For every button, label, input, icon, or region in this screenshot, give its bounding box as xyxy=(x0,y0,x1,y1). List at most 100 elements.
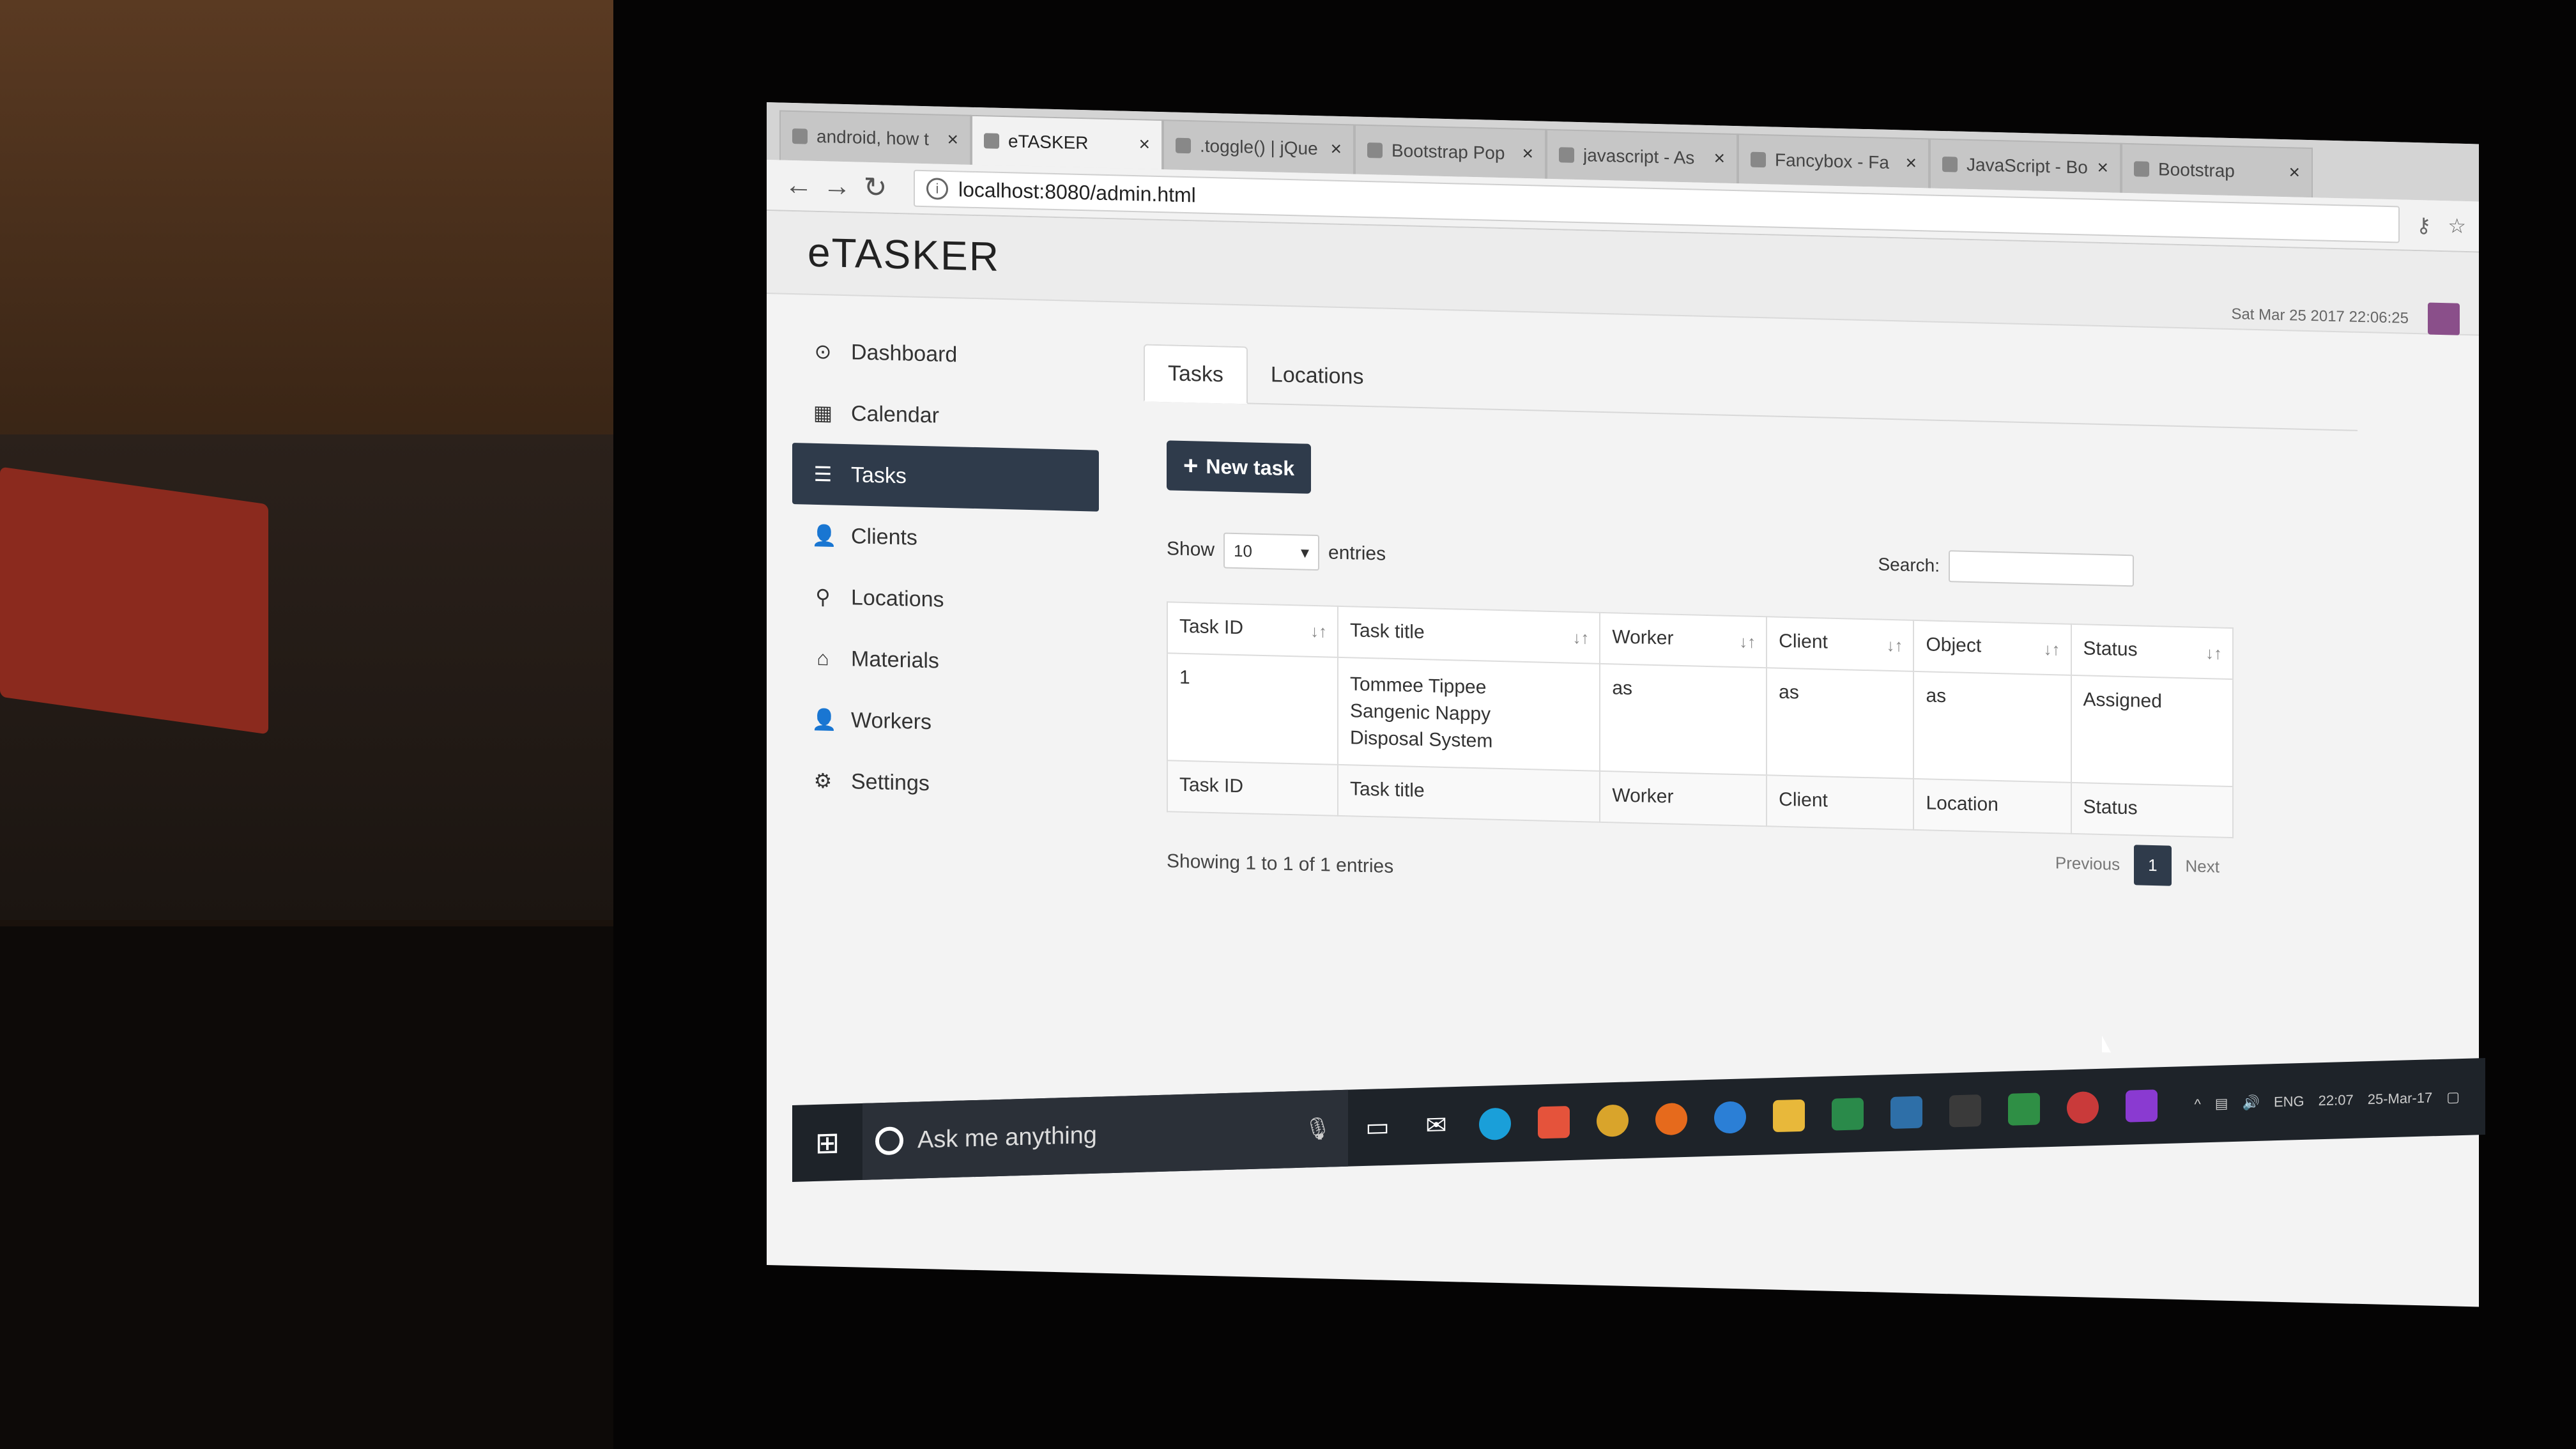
ide-icon[interactable] xyxy=(2112,1067,2171,1146)
tab-label: javascript - As xyxy=(1583,145,1695,168)
forward-icon[interactable]: → xyxy=(818,170,856,203)
close-icon[interactable]: × xyxy=(2097,157,2108,179)
sidebar-item-settings[interactable]: ⚙ Settings xyxy=(792,749,1099,818)
previous-page-button[interactable]: Previous xyxy=(2041,843,2134,885)
volume-icon[interactable]: 🔊 xyxy=(2242,1094,2260,1112)
sidebar-item-calendar[interactable]: ▦ Calendar xyxy=(792,381,1099,450)
spreadsheet-icon[interactable] xyxy=(1995,1070,2053,1149)
browser-tab[interactable]: .toggle() | jQue × xyxy=(1163,119,1354,174)
microphone-icon[interactable]: 🎙 xyxy=(1304,1116,1331,1142)
close-icon[interactable]: × xyxy=(2288,162,2300,183)
sidebar: ⊙ Dashboard ▦ Calendar ☰ Tasks 👤 Clients ⚲ Lo… xyxy=(792,320,1099,818)
user-icon: 👤 xyxy=(811,707,837,732)
header-label: Client xyxy=(1779,630,1828,653)
clock-date[interactable]: 25-Mar-17 xyxy=(2368,1089,2432,1108)
page-1-button[interactable]: 1 xyxy=(2134,845,2172,886)
cell-task-id: 1 xyxy=(1167,653,1338,765)
terminal-icon[interactable] xyxy=(1936,1071,1995,1150)
user-icon: 👤 xyxy=(811,523,837,548)
user-menu-button[interactable] xyxy=(2428,302,2460,335)
sidebar-item-locations[interactable]: ⚲ Locations xyxy=(792,565,1099,634)
tab-label: JavaScript - Bo xyxy=(1966,154,2088,178)
reload-icon[interactable]: ↻ xyxy=(856,171,894,204)
media-app-icon[interactable] xyxy=(1524,1083,1583,1162)
entries-control: Show 10 ▾ entries xyxy=(1167,531,1386,572)
chevron-up-icon[interactable]: ^ xyxy=(2194,1096,2200,1112)
blue-app-icon[interactable] xyxy=(1877,1073,1936,1152)
tasks-table: Task ID ↓↑ Task title ↓↑ Worker ↓↑ Client ↓↑… xyxy=(1167,601,2234,839)
close-icon[interactable]: × xyxy=(1905,153,1917,174)
key-icon[interactable]: ⚷ xyxy=(2416,213,2431,238)
close-icon[interactable]: × xyxy=(1330,139,1342,160)
sidebar-item-label: Dashboard xyxy=(851,339,958,367)
chrome-icon[interactable] xyxy=(1583,1082,1642,1160)
browser-tab-active[interactable]: eTASKER × xyxy=(971,114,1163,170)
mail-icon[interactable]: ✉ xyxy=(1407,1087,1466,1165)
firefox-icon[interactable] xyxy=(1642,1080,1701,1158)
sidebar-item-workers[interactable]: 👤 Workers xyxy=(792,688,1099,757)
tab-locations[interactable]: Locations xyxy=(1248,345,1387,406)
footer-status: Status xyxy=(2071,782,2233,838)
edge-icon[interactable] xyxy=(1701,1078,1759,1157)
file-explorer-icon[interactable] xyxy=(1759,1077,1818,1155)
column-header-status[interactable]: Status ↓↑ xyxy=(2071,624,2233,680)
mouse-cursor xyxy=(2102,1036,2111,1053)
star-icon[interactable]: ☆ xyxy=(2448,213,2466,238)
table-info: Showing 1 to 1 of 1 entries xyxy=(1167,850,1394,877)
browser-tab[interactable]: JavaScript - Bo × xyxy=(1929,138,2121,193)
search-label: Search: xyxy=(1878,554,1940,576)
clock-time[interactable]: 22:07 xyxy=(2319,1092,2354,1110)
close-icon[interactable]: × xyxy=(1138,134,1150,155)
search-input[interactable] xyxy=(1949,550,2134,587)
red-book xyxy=(0,466,268,735)
close-icon[interactable]: × xyxy=(947,129,958,151)
room-background xyxy=(0,0,639,926)
current-datetime: Sat Mar 25 2017 22:06:25 xyxy=(2231,305,2409,327)
sidebar-item-dashboard[interactable]: ⊙ Dashboard xyxy=(792,320,1099,389)
sort-icon: ↓↑ xyxy=(2043,639,2060,659)
map-marker-icon: ⚲ xyxy=(815,585,831,609)
network-icon[interactable]: ▤ xyxy=(2215,1095,2228,1112)
show-label: Show xyxy=(1167,538,1215,561)
gear-icon: ⚙ xyxy=(813,769,832,793)
column-header-task-id[interactable]: Task ID ↓↑ xyxy=(1167,602,1338,657)
tab-favicon-icon xyxy=(984,133,999,149)
notifications-icon[interactable]: ▢ xyxy=(2446,1089,2460,1106)
column-header-task-title[interactable]: Task title ↓↑ xyxy=(1337,606,1600,664)
browser-tab[interactable]: Bootstrap Pop × xyxy=(1354,124,1546,179)
windows-start-icon[interactable]: ⊞ xyxy=(792,1103,862,1182)
close-icon[interactable]: × xyxy=(1522,143,1533,165)
skype-icon[interactable] xyxy=(1466,1085,1524,1163)
browser-tab[interactable]: javascript - As × xyxy=(1546,128,1738,184)
inbox-icon: ⌂ xyxy=(816,646,829,670)
green-app-icon[interactable] xyxy=(1818,1075,1877,1154)
red-app-icon[interactable] xyxy=(2053,1068,2112,1147)
entries-value: 10 xyxy=(1234,540,1252,561)
column-header-object[interactable]: Object ↓↑ xyxy=(1913,620,2071,675)
sidebar-item-tasks[interactable]: ☰ Tasks xyxy=(792,442,1099,512)
close-icon[interactable]: × xyxy=(1713,148,1725,169)
browser-tab[interactable]: Fancybox - Fa × xyxy=(1738,134,1929,188)
language-indicator[interactable]: ENG xyxy=(2274,1093,2304,1110)
task-title-line: Disposal System xyxy=(1349,727,1493,752)
sidebar-item-materials[interactable]: ⌂ Materials xyxy=(792,627,1099,696)
column-header-client[interactable]: Client ↓↑ xyxy=(1767,617,1914,671)
cortana-icon xyxy=(875,1126,903,1156)
new-task-button[interactable]: + New task xyxy=(1167,440,1312,494)
back-icon[interactable]: ← xyxy=(779,169,818,201)
column-header-worker[interactable]: Worker ↓↑ xyxy=(1600,612,1767,668)
sidebar-item-label: Tasks xyxy=(851,462,907,488)
next-page-button[interactable]: Next xyxy=(2172,846,2234,887)
footer-task-title: Task title xyxy=(1337,764,1600,822)
browser-tab[interactable]: android, how t × xyxy=(779,110,971,165)
entries-select[interactable]: 10 ▾ xyxy=(1223,532,1320,571)
url-input[interactable] xyxy=(958,177,1725,220)
sidebar-item-clients[interactable]: 👤 Clients xyxy=(792,504,1099,573)
tab-tasks[interactable]: Tasks xyxy=(1144,344,1248,404)
cortana-search[interactable]: Ask me anything 🎙 xyxy=(862,1089,1348,1180)
tab-label: .toggle() | jQue xyxy=(1200,135,1318,159)
browser-tab[interactable]: Bootstrap × xyxy=(2121,142,2313,198)
task-view-icon[interactable]: ▭ xyxy=(1348,1088,1407,1167)
info-icon[interactable]: i xyxy=(926,178,948,200)
brand-logo[interactable]: eTASKER xyxy=(808,229,1000,280)
